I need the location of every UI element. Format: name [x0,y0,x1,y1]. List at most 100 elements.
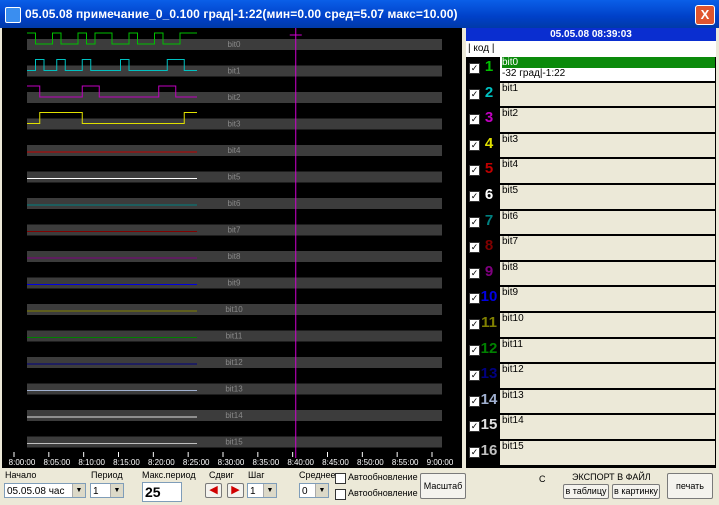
channel-row[interactable]: ✓ 11 bit10 [466,313,716,339]
channel-number: 2 [484,83,494,101]
channel-lane-label: bit4 [228,146,241,155]
channel-lane-label: bit6 [228,199,241,208]
time-tick-label: 8:30:00 [218,458,245,467]
step-select[interactable]: 1 ▼ [247,483,277,498]
channel-number: 13 [480,365,498,383]
channel-label: bit13 [502,389,524,401]
channel-lane-label: bit2 [228,93,241,102]
channel-label-box[interactable]: bit2 [500,108,715,133]
chevron-down-icon[interactable]: ▼ [110,484,123,497]
time-tick-label: 8:00:00 [9,458,36,467]
period-select[interactable]: 1 ▼ [90,483,124,498]
channel-row[interactable]: ✓ 10 bit9 [466,287,716,313]
step-select-value: 1 [250,486,256,497]
channel-number: 14 [480,390,498,408]
channel-lane-label: bit11 [226,332,243,341]
chevron-down-icon[interactable]: ▼ [263,484,276,497]
export-table-button[interactable]: в таблицу [563,484,609,499]
time-tick-label: 8:55:00 [392,458,419,467]
channel-number: 6 [484,186,494,203]
shift-left-button[interactable]: ◀ [205,483,222,498]
channel-label: bit7 [502,236,519,248]
chevron-down-icon[interactable]: ▼ [315,484,328,497]
maxperiod-stepper[interactable]: 25 [142,482,182,502]
channel-number: 15 [480,416,498,434]
channel-label-box[interactable]: bit6 [500,210,715,236]
channel-label-box[interactable]: bit12 [500,364,715,389]
channel-lane-label: bit9 [228,279,241,288]
signal-plot-svg: bit0 bit1 bit2 bit3 bit4 bit5 bit6 bit7 bit8 bit9… [9,28,454,467]
channel-label-box[interactable]: bit8 [500,261,715,287]
avg-select[interactable]: 0 ▼ [299,483,329,498]
start-select-value: 05.05.08 час [7,486,65,497]
channel-value: -32 град|-1:22 [502,68,566,79]
autoupdate-checkbox-1[interactable] [335,473,346,484]
channel-lane-label: bit10 [225,305,243,314]
time-tick-label: 8:50:00 [357,458,384,467]
channel-lane-label: bit8 [228,252,241,261]
time-tick-label: 8:05:00 [43,458,70,467]
channel-label-box[interactable]: bit9 [500,287,715,312]
channel-row[interactable]: ✓ 8 bit7 [466,236,716,262]
channel-label: bit14 [502,415,524,427]
period-label: Период [91,470,123,480]
channel-label-box[interactable]: bit10 [500,313,715,338]
channel-row[interactable]: ✓ 12 bit11 [466,338,716,365]
channel-label-box[interactable]: bit3 [500,133,715,159]
channel-row[interactable]: ✓ 16 bit15 [466,441,716,467]
channel-row[interactable]: ✓ 1 bit0 -32 град|-1:22 [466,57,716,83]
channel-number: 9 [484,262,494,280]
channel-row[interactable]: ✓ 2 bit1 [466,82,716,109]
step-label: Шаг [248,470,265,480]
channel-label-box[interactable]: bit5 [500,185,715,210]
time-tick-label: 9:00:00 [427,458,454,467]
channel-label-box[interactable]: bit4 [500,159,715,184]
channel-label-box[interactable]: bit14 [500,415,715,440]
channel-label: bit0 [502,57,715,68]
channel-row[interactable]: ✓ 13 bit12 [466,364,716,390]
channel-lane-label: bit1 [228,67,241,76]
channel-label-box[interactable]: bit13 [500,389,715,415]
channel-label: bit3 [502,133,519,145]
channel-row[interactable]: ✓ 9 bit8 [466,261,716,288]
channel-row[interactable]: ✓ 7 bit6 [466,210,716,237]
channel-label-box[interactable]: bit11 [500,338,715,364]
channel-label: bit5 [502,185,519,196]
shift-right-button[interactable]: ▶ [227,483,244,498]
channel-lane-label: bit7 [228,226,241,235]
signal-plot[interactable]: bit0 bit1 bit2 bit3 bit4 bit5 bit6 bit7 bit8 bit9… [2,28,462,468]
channel-label-box[interactable]: bit1 [500,82,715,108]
channel-label-box[interactable]: bit7 [500,236,715,261]
channel-number: 8 [484,237,494,255]
channel-row[interactable]: ✓ 3 bit2 [466,108,716,134]
channel-number: 12 [480,339,498,357]
channel-label-box[interactable]: bit0 -32 град|-1:22 [500,57,715,82]
scale-button[interactable]: Масштаб [420,473,466,499]
avg-select-value: 0 [302,486,308,497]
start-label: Начало [5,470,37,480]
start-select[interactable]: 05.05.08 час ▼ [4,483,86,498]
channel-row[interactable]: ✓ 15 bit14 [466,415,716,441]
channel-number: 3 [484,109,494,127]
channel-lane-label: bit12 [225,358,243,367]
channel-row[interactable]: ✓ 6 bit5 [466,185,716,211]
channel-row[interactable]: ✓ 4 bit3 [466,133,716,160]
chevron-down-icon[interactable]: ▼ [72,484,85,497]
channel-label-box[interactable]: bit15 [500,441,715,466]
channel-number: 16 [480,442,498,459]
time-tick-label: 8:45:00 [322,458,349,467]
channel-lane-label: bit13 [225,385,243,394]
close-button[interactable]: X [695,5,715,25]
autoupdate-checkbox-2[interactable] [335,489,346,500]
export-label: ЭКСПОРТ В ФАЙЛ [572,472,651,482]
channel-label: bit8 [502,261,519,273]
channel-lane-label: bit3 [228,120,241,129]
maxperiod-value: 25 [145,484,161,500]
print-button[interactable]: печать [667,473,713,499]
avg-label: Среднее [299,470,336,480]
channel-row[interactable]: ✓ 14 bit13 [466,389,716,416]
export-picture-button[interactable]: в картинку [612,484,660,499]
title-bar: 05.05.08 примечание_0_0.100 град|-1:22(м… [0,0,719,28]
channel-row[interactable]: ✓ 5 bit4 [466,159,716,185]
channel-number: 10 [480,288,498,306]
